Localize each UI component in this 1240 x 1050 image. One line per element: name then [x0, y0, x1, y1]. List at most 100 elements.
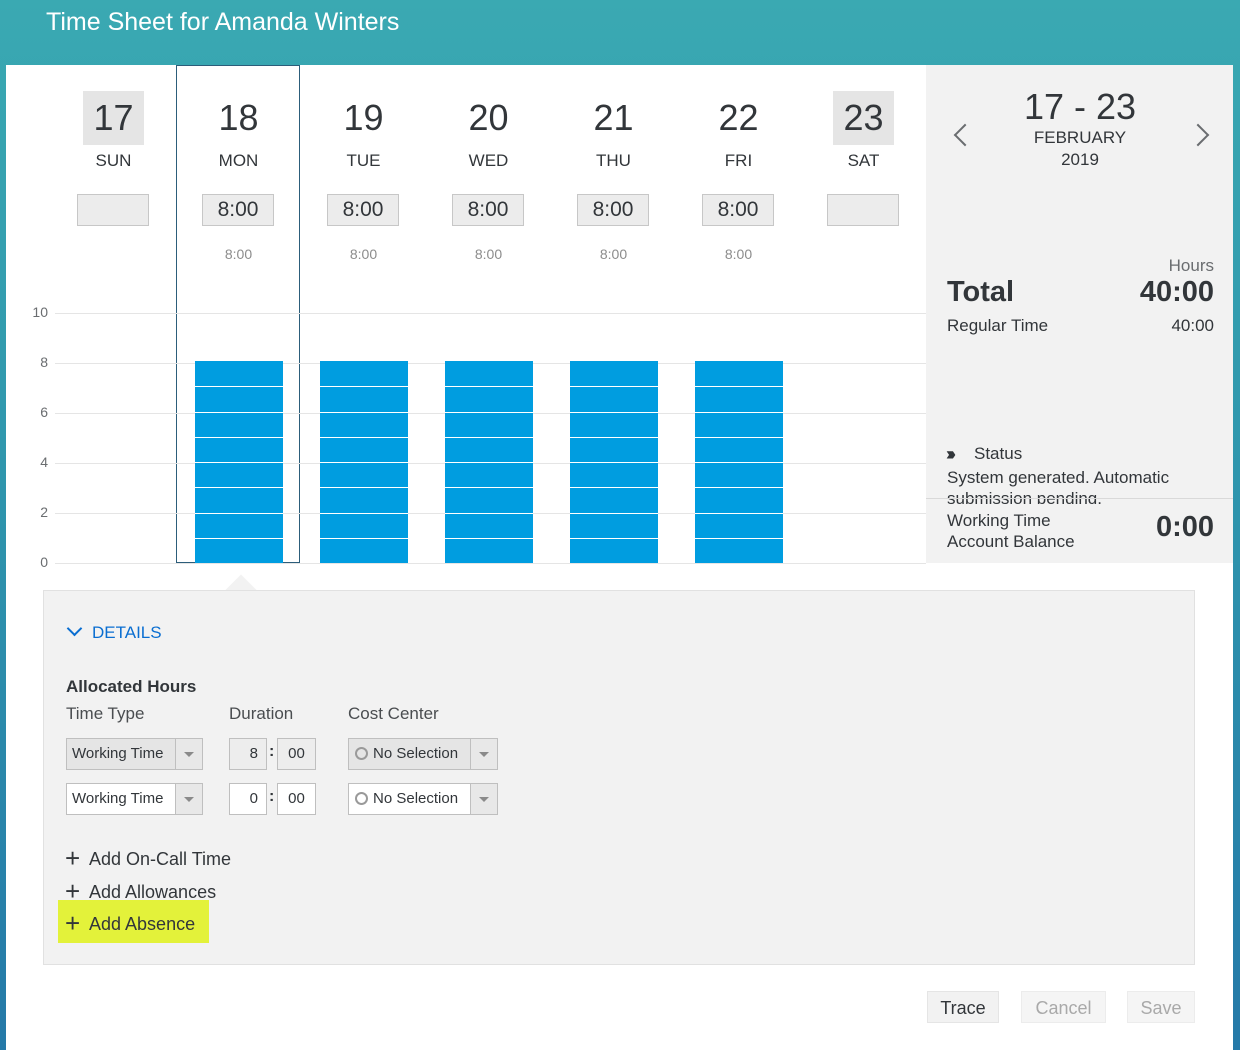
search-icon — [355, 792, 368, 805]
day-hours-field[interactable]: 8:00 — [202, 194, 274, 226]
save-button[interactable]: Save — [1127, 991, 1195, 1023]
balance-divider — [926, 498, 1233, 499]
chart-bar-segment-divider — [695, 436, 783, 438]
chart-bar-segment-divider — [570, 411, 658, 413]
chart-bar-segment-divider — [445, 386, 533, 388]
regular-time-value: 40:00 — [1171, 316, 1214, 335]
details-toggle[interactable]: DETAILS — [92, 623, 162, 643]
balance-label-2: Account Balance — [947, 532, 1075, 551]
allocated-hours-title: Allocated Hours — [66, 677, 197, 696]
time-type-value: Working Time — [72, 790, 164, 807]
day-column[interactable]: 20 WED 8:00 8:00 — [426, 65, 551, 295]
regular-time-label: Regular Time — [947, 316, 1049, 335]
chart-bar-segment-divider — [195, 462, 283, 463]
chart-bar-segment-divider — [570, 487, 658, 489]
day-number: 17 — [83, 91, 144, 145]
time-type-select[interactable]: Working Time — [66, 783, 203, 815]
duration-hours-input[interactable]: 0 — [229, 783, 267, 815]
chart-bar-segment-divider — [570, 537, 658, 539]
day-column[interactable]: 19 TUE 8:00 8:00 — [301, 65, 426, 295]
plus-icon[interactable]: + — [65, 845, 80, 871]
chart-bar-segment-divider — [445, 436, 533, 438]
day-number: 22 — [718, 97, 759, 138]
chart-bar[interactable] — [570, 361, 658, 563]
day-hours-field[interactable]: 8:00 — [577, 194, 649, 226]
chart-bar-segment-divider — [445, 411, 533, 413]
chart-y-tick-label: 10 — [32, 304, 48, 320]
cost-center-value: No Selection — [373, 745, 459, 762]
add-absence-link[interactable]: Add Absence — [89, 914, 195, 935]
day-column[interactable]: 18 MON 8:00 8:00 — [176, 65, 301, 295]
day-column[interactable]: 23 SAT — [801, 65, 926, 295]
day-column[interactable]: 17 SUN — [51, 65, 176, 295]
chart-y-tick-label: 2 — [40, 504, 48, 520]
col-duration: Duration — [229, 704, 294, 723]
chart-bar-segment-divider — [445, 487, 533, 489]
chart-bar-segment-divider — [445, 537, 533, 539]
day-hours-field[interactable]: 8:00 — [702, 194, 774, 226]
cost-center-value: No Selection — [373, 790, 459, 807]
details-panel — [43, 590, 1195, 965]
duration-minutes-input[interactable]: 00 — [277, 783, 316, 815]
chart-bar[interactable] — [195, 361, 283, 563]
day-hours-field[interactable] — [77, 194, 149, 226]
day-column[interactable]: 21 THU 8:00 8:00 — [551, 65, 676, 295]
cancel-button[interactable]: Cancel — [1021, 991, 1106, 1023]
day-hours-field[interactable] — [827, 194, 899, 226]
chart-bar[interactable] — [695, 361, 783, 563]
chart-bar-segment-divider — [570, 386, 658, 388]
day-number: 21 — [593, 97, 634, 138]
day-number: 23 — [833, 91, 894, 145]
chart-bar-segment-divider — [320, 537, 408, 539]
day-name: WED — [468, 151, 509, 170]
day-target-hours: 8:00 — [224, 246, 253, 262]
cost-center-select[interactable]: No Selection — [348, 783, 498, 815]
trace-button[interactable]: Trace — [927, 991, 999, 1023]
hours-header: Hours — [1168, 256, 1214, 275]
chart-bar-segment-divider — [195, 537, 283, 539]
chart-bar-segment-divider — [195, 512, 283, 514]
week-month: FEBRUARY — [1033, 128, 1127, 147]
day-column[interactable]: 22 FRI 8:00 8:00 — [676, 65, 801, 295]
day-name: SUN — [95, 151, 132, 170]
day-target-hours: 8:00 — [724, 246, 753, 262]
chart-bar-segment-divider — [570, 512, 658, 514]
chart-bar-segment-divider — [695, 386, 783, 388]
week-year: 2019 — [1061, 150, 1099, 169]
duration-minutes-input[interactable]: 00 — [277, 738, 316, 770]
chart-bar-segment-divider — [195, 411, 283, 413]
chart-bar[interactable] — [445, 361, 533, 563]
status-label: Status — [974, 444, 1023, 463]
day-hours-field[interactable]: 8:00 — [327, 194, 399, 226]
chevron-down-icon[interactable] — [175, 739, 202, 769]
day-target-hours: 8:00 — [349, 246, 378, 262]
add-on-call-time-link[interactable]: Add On-Call Time — [89, 849, 231, 870]
balance-value: 0:00 — [1155, 511, 1214, 543]
day-number: 19 — [343, 97, 384, 138]
day-name: MON — [218, 151, 259, 170]
chart-bar-segment-divider — [570, 462, 658, 463]
total-label: Total — [947, 276, 1015, 308]
plus-icon[interactable]: + — [65, 910, 80, 936]
chart-gridline — [55, 313, 926, 314]
duration-hours-input[interactable]: 8 — [229, 738, 267, 770]
chart-bar-segment-divider — [320, 462, 408, 463]
day-name: FRI — [724, 151, 753, 170]
chart-bar-segment-divider — [695, 462, 783, 463]
chart-bar-segment-divider — [320, 386, 408, 388]
day-hours-field[interactable]: 8:00 — [452, 194, 524, 226]
week-range: 17 - 23 — [1023, 86, 1137, 127]
chart-y-tick-label: 0 — [40, 554, 48, 570]
chart-bar-segment-divider — [320, 411, 408, 413]
chart-bar-segment-divider — [195, 487, 283, 489]
chevron-down-icon[interactable] — [470, 784, 497, 814]
chart-y-tick-label: 8 — [40, 354, 48, 370]
search-icon — [355, 747, 368, 760]
chevron-down-icon[interactable] — [470, 739, 497, 769]
chevron-down-icon[interactable] — [175, 784, 202, 814]
chart-bar-segment-divider — [320, 487, 408, 489]
cost-center-select[interactable]: No Selection — [348, 738, 498, 770]
chart-bar-segment-divider — [320, 512, 408, 514]
time-type-select[interactable]: Working Time — [66, 738, 203, 770]
chart-bar[interactable] — [320, 361, 408, 563]
